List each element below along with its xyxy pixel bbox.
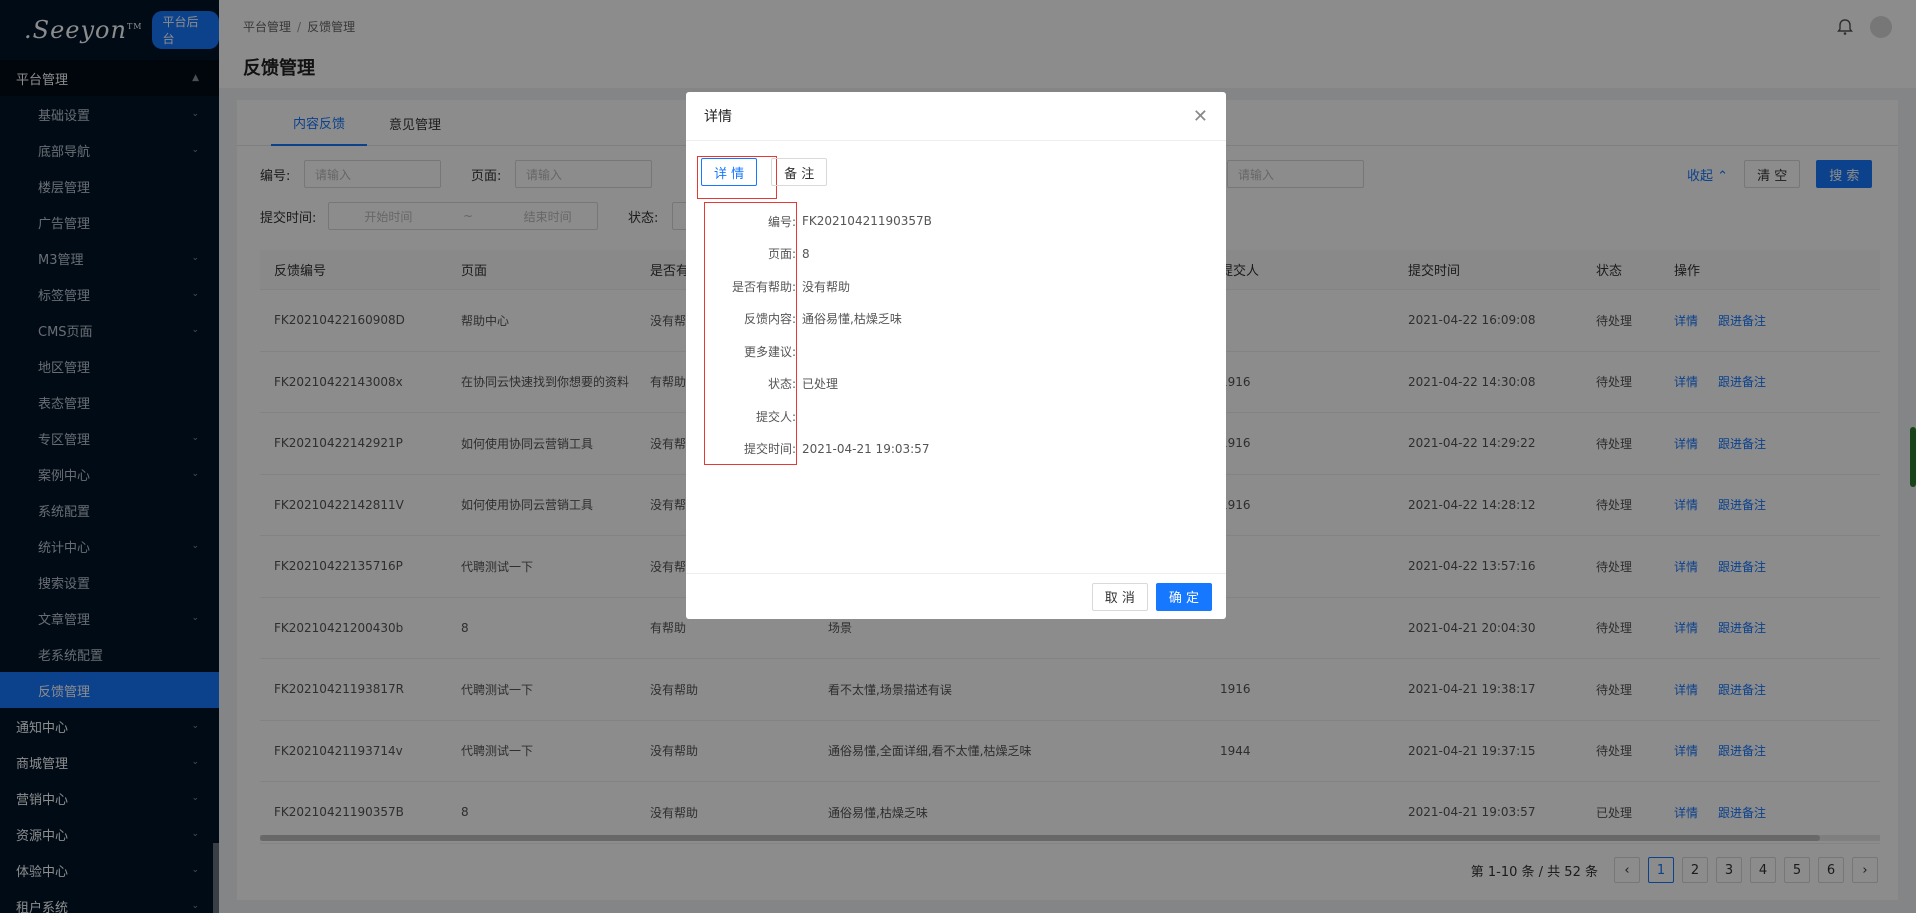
detail-row: 更多建议: [706,335,932,368]
detail-value: 2021-04-21 19:03:57 [802,441,930,456]
detail-fields: 编号: FK20210421190357B 页面: 8 是否有帮助: 没有帮助反馈内容: 通… [706,205,932,465]
detail-key: 页面: [767,247,796,262]
detail-key: 编号: [767,214,796,229]
modal-tab-detail[interactable]: 详 情 [701,158,758,186]
detail-value: FK20210421190357B [802,214,932,229]
detail-row: 状态: 已处理 [706,368,932,401]
ok-button[interactable]: 确 定 [1155,582,1212,611]
detail-key: 反馈内容: [743,312,796,327]
detail-row: 是否有帮助: 没有帮助 [706,270,932,303]
detail-key: 提交人: [755,409,796,424]
close-icon[interactable]: ✕ [1193,106,1208,127]
detail-row: 反馈内容: 通俗易懂,枯燥乏味 [706,303,932,336]
detail-value: 已处理 [802,377,839,392]
modal-title: 详情 [704,109,732,125]
detail-value: 8 [802,246,810,261]
detail-modal: 详情 ✕ 详 情 备 注 编号: FK20210421190357B 页面: 8 是否有… [686,92,1226,619]
detail-key: 更多建议: [743,344,796,359]
detail-key: 状态: [767,377,796,392]
detail-row: 编号: FK20210421190357B [706,205,932,238]
detail-row: 提交人: [706,400,932,433]
detail-value: 通俗易懂,枯燥乏味 [802,312,902,327]
cancel-button[interactable]: 取 消 [1091,582,1148,611]
detail-value: 没有帮助 [802,279,851,294]
modal-tab-note[interactable]: 备 注 [771,158,828,186]
detail-key: 提交时间: [743,442,796,457]
modal-header: 详情 ✕ [686,92,1226,141]
detail-row: 页面: 8 [706,238,932,271]
detail-key: 是否有帮助: [731,279,796,294]
detail-row: 提交时间: 2021-04-21 19:03:57 [706,433,932,466]
modal-footer: 取 消 确 定 [686,573,1226,619]
